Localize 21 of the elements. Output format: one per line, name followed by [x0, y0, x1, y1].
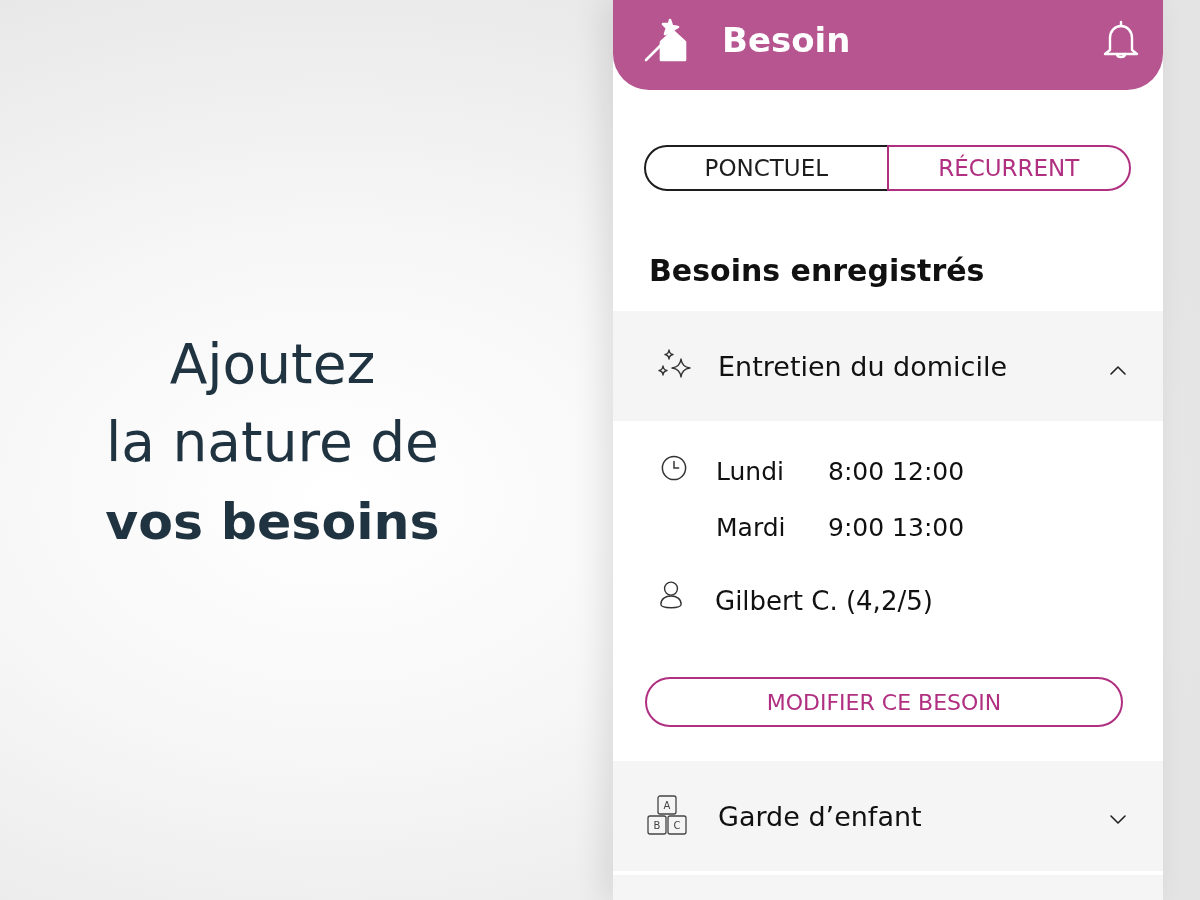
need-title: Entretien du domicile — [718, 350, 1009, 382]
provider-name: Gilbert C. (4,2/5) — [715, 586, 933, 616]
mode-tab[interactable]: PONCTUEL — [644, 145, 889, 191]
modify-need-button[interactable]: MODIFIER CE BESOIN — [645, 677, 1123, 727]
accordion-header[interactable]: A B C Garde d’enfant — [613, 761, 1163, 871]
mode-tab[interactable]: RÉCURRENT — [886, 145, 1131, 191]
chevron-up-icon[interactable] — [1110, 365, 1126, 375]
person-icon — [659, 581, 683, 611]
schedule-day: Mardi — [716, 512, 828, 542]
schedule-hours: 9:00 13:00 — [828, 512, 965, 542]
chevron-down-icon[interactable] — [1110, 815, 1126, 825]
need-title: Garde d’enfant — [718, 800, 923, 832]
clock-icon — [661, 455, 687, 481]
schedule-day: Lundi — [716, 456, 828, 486]
bell-icon[interactable] — [1103, 20, 1139, 60]
headline: Ajoutez la nature de vos besoins — [105, 331, 440, 553]
page-title: Besoin — [722, 20, 851, 60]
section-title: Besoins enregistrés — [649, 253, 985, 289]
wand-house-icon — [644, 18, 688, 62]
schedule-hours: 8:00 12:00 — [828, 456, 965, 486]
accordion-header[interactable]: Entretien du domicile — [613, 311, 1163, 421]
